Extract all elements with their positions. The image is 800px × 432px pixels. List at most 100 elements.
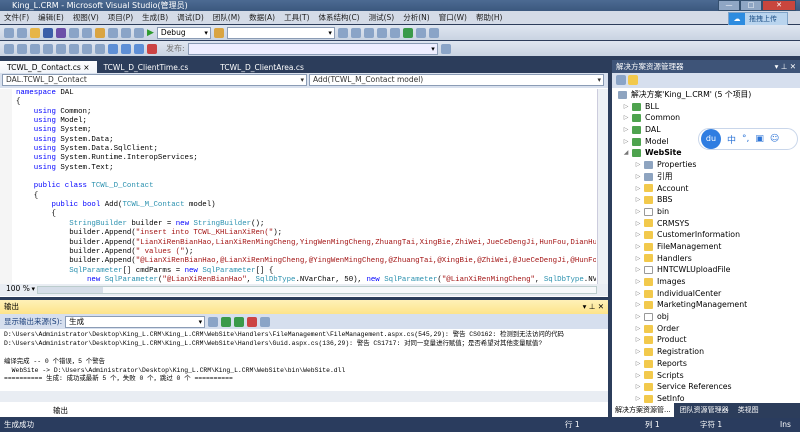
member-dropdown[interactable]: Add(TCWL_M_Contact model): [309, 74, 604, 86]
go-to-message-icon[interactable]: [208, 316, 219, 327]
tree-item[interactable]: ▷ obj: [612, 311, 800, 323]
expand-arrow-icon[interactable]: ▷: [622, 124, 630, 136]
type-dropdown[interactable]: DAL.TCWL_D_Contact: [2, 74, 307, 86]
maximize-button[interactable]: □: [740, 0, 762, 11]
navigate-icon[interactable]: [134, 27, 144, 38]
menu-item[interactable]: 测试(S): [369, 12, 395, 23]
start-page-icon[interactable]: [402, 27, 413, 38]
complete-word-icon[interactable]: [43, 43, 53, 54]
open-icon[interactable]: [30, 27, 40, 38]
tree-item[interactable]: ▷ CRMSYS: [612, 218, 800, 230]
clear-bookmarks-icon[interactable]: [147, 43, 157, 54]
upload-button[interactable]: ☁ 拖拽上传: [728, 12, 788, 26]
menu-item[interactable]: 体系结构(C): [319, 12, 360, 23]
output-source-select[interactable]: 生成: [65, 315, 206, 328]
undo-icon[interactable]: [108, 27, 118, 38]
vertical-scrollbar[interactable]: [597, 89, 608, 284]
language-toggle[interactable]: 中: [727, 133, 736, 146]
word-wrap-icon[interactable]: [260, 316, 271, 327]
horizontal-scrollbar[interactable]: [37, 286, 597, 294]
properties-icon[interactable]: [616, 75, 626, 85]
expand-arrow-icon[interactable]: ▷: [634, 264, 642, 276]
expand-arrow-icon[interactable]: ▷: [622, 112, 630, 124]
tree-item[interactable]: ▷ BLL: [612, 101, 800, 113]
redo-icon[interactable]: [121, 27, 131, 38]
expand-arrow-icon[interactable]: ▷: [634, 218, 642, 230]
tree-item[interactable]: ▷ Reports: [612, 358, 800, 370]
minimize-button[interactable]: —: [718, 0, 740, 11]
clear-all-icon[interactable]: [247, 316, 258, 327]
menu-item[interactable]: 编辑(E): [38, 12, 64, 23]
tree-item[interactable]: ▷ bin: [612, 206, 800, 218]
tree-item[interactable]: ▷ FileManagement: [612, 241, 800, 253]
close-button[interactable]: ✕: [762, 0, 796, 11]
publish-web-icon[interactable]: [440, 43, 451, 54]
collapse-arrow-icon[interactable]: ◢: [622, 147, 630, 159]
expand-arrow-icon[interactable]: ▷: [634, 288, 642, 300]
expand-arrow-icon[interactable]: ▷: [622, 136, 630, 148]
find-input[interactable]: [226, 26, 335, 39]
add-item-icon[interactable]: [17, 27, 27, 38]
expand-arrow-icon[interactable]: ▷: [634, 253, 642, 265]
tree-item[interactable]: ▷ CustomerInformation: [612, 229, 800, 241]
expand-arrow-icon[interactable]: ▷: [634, 323, 642, 335]
tree-item[interactable]: ▷ BBS: [612, 194, 800, 206]
menu-item[interactable]: 视图(V): [73, 12, 99, 23]
tree-item[interactable]: ▷ 引用: [612, 171, 800, 183]
expand-arrow-icon[interactable]: ▷: [634, 311, 642, 323]
expand-arrow-icon[interactable]: ▷: [634, 370, 642, 382]
expand-arrow-icon[interactable]: ▷: [634, 206, 642, 218]
expand-arrow-icon[interactable]: ▷: [634, 393, 642, 403]
tree-item[interactable]: ▷ Order: [612, 323, 800, 335]
baidu-input-widget[interactable]: du 中 °, ▣ ☺: [698, 128, 798, 150]
new-project-icon[interactable]: [4, 27, 14, 38]
prev-bookmark-icon[interactable]: [121, 43, 131, 54]
tree-item[interactable]: ▷ Common: [612, 112, 800, 124]
next-bookmark-icon[interactable]: [134, 43, 144, 54]
quick-info-icon[interactable]: [30, 43, 40, 54]
start-debug-icon[interactable]: ▶: [147, 28, 154, 38]
panel-controls[interactable]: ▾ ⊥ ✕: [583, 300, 604, 314]
tab-output[interactable]: 输出: [48, 403, 73, 417]
menu-item[interactable]: 帮助(H): [476, 12, 503, 23]
menu-item[interactable]: 团队(M): [213, 12, 240, 23]
tree-item[interactable]: ▷ IndividualCenter: [612, 288, 800, 300]
tab-solution-explorer[interactable]: 解决方案资源管...: [612, 403, 674, 417]
expand-arrow-icon[interactable]: ▷: [634, 241, 642, 253]
uncomment-icon[interactable]: [95, 43, 105, 54]
window-icon[interactable]: [428, 27, 439, 38]
menu-item[interactable]: 窗口(W): [439, 12, 467, 23]
cut-icon[interactable]: [69, 27, 79, 38]
tab-class-view[interactable]: 类视图: [735, 403, 762, 417]
expand-arrow-icon[interactable]: ▷: [634, 229, 642, 241]
menu-item[interactable]: 工具(T): [284, 12, 309, 23]
param-info-icon[interactable]: [17, 43, 27, 54]
zoom-select[interactable]: 100 %: [3, 284, 37, 296]
expand-arrow-icon[interactable]: ▷: [634, 183, 642, 195]
bookmark-icon[interactable]: [108, 43, 118, 54]
tree-item[interactable]: ▷ Service References: [612, 381, 800, 393]
tree-item[interactable]: ▷ Account: [612, 183, 800, 195]
tab-team-explorer[interactable]: 团队资源管理器: [677, 403, 732, 417]
expand-arrow-icon[interactable]: ▷: [634, 381, 642, 393]
output-horizontal-scrollbar[interactable]: [0, 391, 608, 402]
indent-icon[interactable]: [69, 43, 79, 54]
next-message-icon[interactable]: [234, 316, 245, 327]
object-browser-icon[interactable]: [363, 27, 374, 38]
toolbox-icon[interactable]: [376, 27, 387, 38]
expand-arrow-icon[interactable]: ▷: [634, 276, 642, 288]
configuration-select[interactable]: Debug: [156, 26, 211, 39]
show-all-files-icon[interactable]: [628, 75, 638, 85]
tree-item[interactable]: ▷ SetInfo: [612, 393, 800, 403]
find-icon[interactable]: [213, 27, 224, 38]
properties-icon[interactable]: [350, 27, 361, 38]
menu-item[interactable]: 调试(D): [177, 12, 204, 23]
expand-arrow-icon[interactable]: ▷: [634, 346, 642, 358]
expand-arrow-icon[interactable]: ▷: [634, 334, 642, 346]
expand-arrow-icon[interactable]: ▷: [634, 171, 642, 183]
menu-item[interactable]: 文件(F): [4, 12, 29, 23]
paste-icon[interactable]: [95, 27, 105, 38]
tree-item[interactable]: ▷ Registration: [612, 346, 800, 358]
expand-arrow-icon[interactable]: ▷: [634, 159, 642, 171]
menu-item[interactable]: 生成(B): [142, 12, 168, 23]
